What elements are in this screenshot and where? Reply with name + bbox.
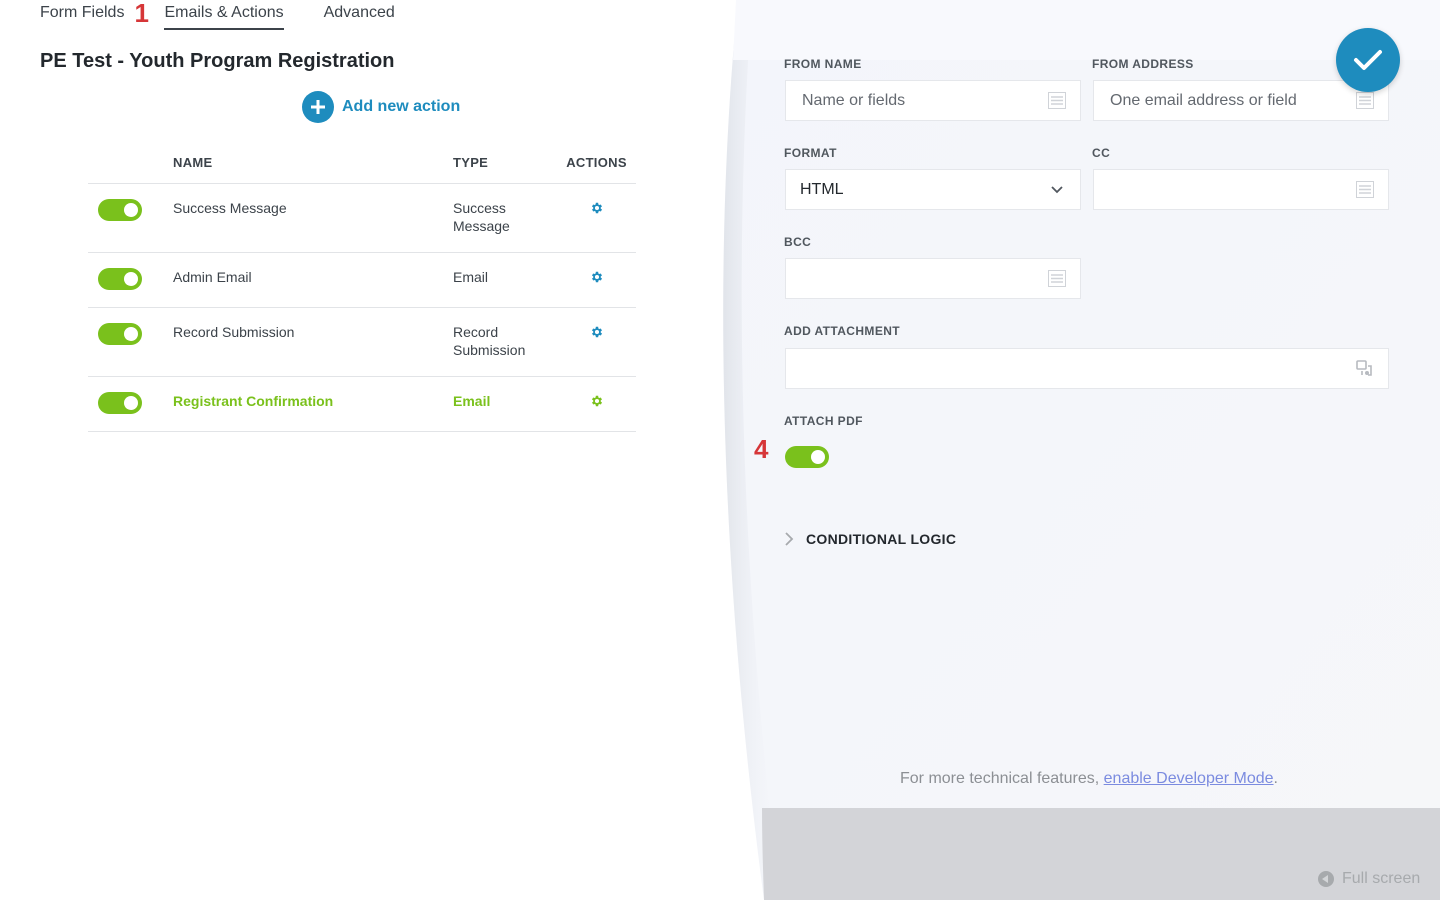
action-settings-drawer: FROM NAME Name or fields FROM ADDRESS On… xyxy=(700,0,1440,900)
table-header: NAME TYPE ACTIONS xyxy=(88,142,636,184)
action-type: Record Submission xyxy=(453,324,526,358)
gear-icon[interactable] xyxy=(590,270,604,284)
media-library-icon[interactable] xyxy=(1356,360,1374,377)
format-select[interactable]: HTML xyxy=(785,169,1081,210)
action-enabled-toggle[interactable] xyxy=(98,392,142,414)
action-type: Success Message xyxy=(453,200,510,234)
action-name: Registrant Confirmation xyxy=(173,393,334,409)
gear-icon[interactable] xyxy=(590,201,604,215)
table-row: Record Submission Record Submission xyxy=(88,308,636,377)
annotation-marker-4: 4 xyxy=(754,434,769,464)
tab-advanced-label: Advanced xyxy=(323,4,395,21)
gear-icon[interactable] xyxy=(590,325,604,339)
gear-icon[interactable] xyxy=(590,394,604,408)
save-checkmark-button[interactable] xyxy=(1336,28,1400,92)
action-name: Admin Email xyxy=(173,269,252,285)
format-selected-value: HTML xyxy=(800,180,844,198)
from-name-label: FROM NAME xyxy=(784,57,862,71)
bcc-input[interactable] xyxy=(785,258,1081,299)
table-row: Admin Email Email xyxy=(88,253,636,308)
annotation-marker-1: 1 xyxy=(134,0,149,28)
table-row: Registrant Confirmation Email xyxy=(88,377,636,432)
bcc-label: BCC xyxy=(784,235,812,249)
tab-advanced[interactable]: Advanced xyxy=(324,0,395,26)
add-new-action-label: Add new action xyxy=(342,98,461,115)
header-name: NAME xyxy=(173,155,213,170)
header-actions: ACTIONS xyxy=(566,155,627,170)
footer-prefix: For more technical features, xyxy=(900,770,1104,787)
table-row: Success Message Success Message xyxy=(88,184,636,253)
form-title: PE Test - Youth Program Registration xyxy=(40,50,395,72)
header-type: TYPE xyxy=(453,155,489,170)
tab-form-fields-label: Form Fields xyxy=(40,4,125,21)
tab-emails-actions-label: Emails & Actions xyxy=(164,4,284,21)
from-name-placeholder: Name or fields xyxy=(802,91,906,109)
merge-tags-icon[interactable] xyxy=(1048,92,1066,109)
arrow-left-circle-icon xyxy=(1318,871,1334,887)
tab-form-fields[interactable]: Form Fields xyxy=(40,0,124,26)
format-label: FORMAT xyxy=(784,146,837,160)
conditional-logic-toggle[interactable]: CONDITIONAL LOGIC xyxy=(784,531,956,547)
chevron-right-icon xyxy=(785,532,794,546)
conditional-logic-label: CONDITIONAL LOGIC xyxy=(806,531,957,547)
action-enabled-toggle[interactable] xyxy=(98,268,142,290)
add-new-action-button[interactable]: Add new action xyxy=(302,91,460,123)
action-type: Email xyxy=(453,393,491,409)
from-name-input[interactable]: Name or fields xyxy=(785,80,1081,121)
action-enabled-toggle[interactable] xyxy=(98,199,142,221)
builder-tabs: Form Fields Emails & Actions 1 Advanced xyxy=(40,0,435,32)
add-attachment-input[interactable] xyxy=(785,348,1389,389)
action-name: Record Submission xyxy=(173,324,295,340)
full-screen-button[interactable]: Full screen xyxy=(1318,870,1420,888)
from-address-placeholder: One email address or field xyxy=(1110,91,1297,109)
developer-mode-note: For more technical features, enable Deve… xyxy=(900,770,1278,788)
checkmark-icon xyxy=(1354,50,1382,70)
attach-pdf-toggle[interactable] xyxy=(785,446,829,468)
merge-tags-icon[interactable] xyxy=(1356,181,1374,198)
cc-input[interactable] xyxy=(1093,169,1389,210)
cc-label: CC xyxy=(1092,146,1111,160)
full-screen-label: Full screen xyxy=(1342,870,1421,887)
enable-developer-mode-link[interactable]: enable Developer Mode xyxy=(1104,770,1274,787)
add-attachment-label: ADD ATTACHMENT xyxy=(784,324,901,338)
tab-emails-actions[interactable]: Emails & Actions 1 xyxy=(134,0,284,30)
merge-tags-icon[interactable] xyxy=(1048,270,1066,287)
action-name: Success Message xyxy=(173,200,287,216)
actions-table: NAME TYPE ACTIONS Success Message Succes… xyxy=(88,142,636,432)
action-enabled-toggle[interactable] xyxy=(98,323,142,345)
merge-tags-icon[interactable] xyxy=(1356,92,1374,109)
chevron-down-icon xyxy=(1051,186,1063,194)
plus-circle-icon xyxy=(302,91,334,123)
from-address-label: FROM ADDRESS xyxy=(1092,57,1194,71)
action-type: Email xyxy=(453,269,489,285)
footer-suffix: . xyxy=(1273,770,1278,787)
from-address-input[interactable]: One email address or field xyxy=(1093,80,1389,121)
attach-pdf-label: ATTACH PDF xyxy=(784,414,863,428)
